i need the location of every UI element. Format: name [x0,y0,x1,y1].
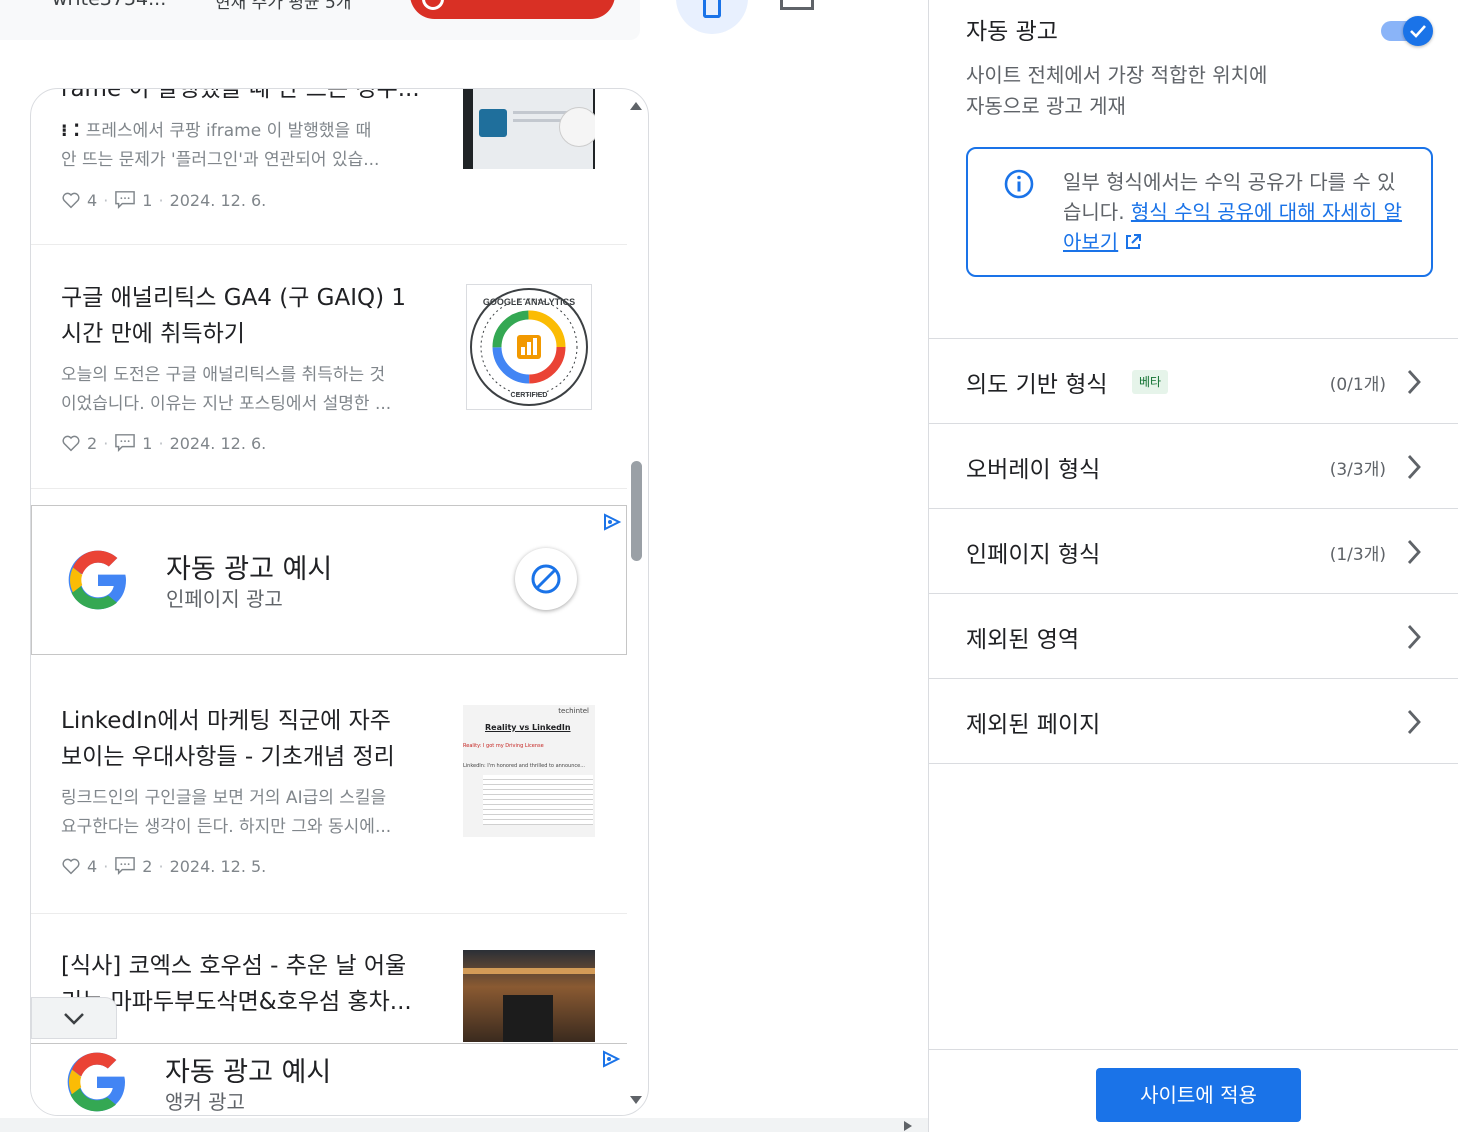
like-count: 4 [87,856,98,876]
inpage-ad-preview[interactable]: 자동 광고 예시 인페이지 광고 [31,505,627,655]
row-inpage-formats[interactable]: 인페이지 형식 (1/3개) [929,508,1458,593]
google-logo-icon [67,1052,125,1112]
chevron-right-icon [1407,540,1421,564]
preview-bottom-bar [0,1118,928,1132]
svg-text:GOOGLE ANALYTICS: GOOGLE ANALYTICS [483,297,575,307]
post-title: rame 이 발행했을 때 안 뜨는 경우... [61,89,420,102]
comment-count: 1 [142,433,153,453]
post-meta: 2 · 1 · 2024. 12. 6. [61,433,266,453]
chevron-down-icon [64,1013,84,1025]
ad-subtitle: 앵커 광고 [165,1090,245,1114]
desktop-preview-icon[interactable] [780,0,814,10]
post-thumbnail [463,89,595,169]
post-excerpt: 링크드인의 구인글을 보면 거의 AI급의 스킬을 요구한다는 생각이 든다. … [61,788,392,837]
chevron-right-icon [1407,370,1421,394]
heart-icon[interactable] [61,191,81,209]
apply-to-site-button[interactable]: 사이트에 적용 [1096,1068,1301,1122]
block-ad-button[interactable] [515,548,577,610]
mobile-preview-frame: rame 이 발행했을 때 안 뜨는 경우... ⁝ ⁚ 프레스에서 쿠팡 if… [30,88,649,1116]
comment-count: 1 [142,190,153,210]
row-label: 오버레이 형식 [966,457,1101,483]
comment-count: 2 [142,856,153,876]
row-overlay-formats[interactable]: 오버레이 형식 (3/3개) [929,423,1458,508]
block-icon [531,564,561,594]
post-date: 2024. 12. 6. [169,190,267,210]
phone-icon [703,0,721,18]
red-action-button[interactable] [410,0,615,19]
row-count: (1/3개) [1329,545,1386,565]
toggle-knob [1403,16,1433,46]
like-count: 4 [87,190,98,210]
page-summary: 현재 주가 평균 5개 [215,0,352,13]
scroll-down-arrow-icon[interactable] [630,1096,642,1104]
heart-icon[interactable] [61,857,81,875]
row-count: (0/1개) [1329,375,1386,395]
auto-ads-description: 사이트 전체에서 가장 적합한 위치에 자동으로 광고 게재 [966,63,1268,118]
row-label: 의도 기반 형식 [966,372,1108,398]
comment-icon[interactable] [114,190,136,210]
post-thumbnail: GOOGLE ANALYTICS CERTIFIED [466,284,592,410]
row-label: 제외된 페이지 [966,712,1101,738]
comment-icon[interactable] [114,856,136,876]
post-date: 2024. 12. 5. [169,856,267,876]
scroll-up-arrow-icon[interactable] [630,102,642,110]
chevron-right-icon [1407,710,1421,734]
post-title: [식사] 코엑스 호우섬 - 추운 날 어울 리는 마파두부도삭면&호우섬 홍차… [61,953,412,1015]
quote-icon: ⁝ ⁚ [61,121,86,141]
expand-right-icon[interactable] [904,1121,912,1131]
post-thumbnail [463,950,595,1042]
like-count: 2 [87,433,98,453]
revenue-share-notice: 일부 형식에서는 수익 공유가 다를 수 있습니다. 형식 수익 공유에 대해 … [966,147,1433,277]
list-item[interactable]: LinkedIn에서 마케팅 직군에 자주 보이는 우대사항들 - 기초개념 정… [31,656,627,914]
info-icon [1004,169,1034,199]
adchoices-icon[interactable] [602,513,622,531]
beta-badge: 베타 [1132,370,1169,394]
post-meta: 4 · 1 · 2024. 12. 6. [61,190,266,210]
divider [929,1049,1458,1050]
scrollbar-thumb[interactable] [631,461,642,561]
ad-settings-page: write3754... 현재 주가 평균 5개 rame 이 발행했을 때 안… [0,0,1458,1132]
ga-certified-badge-image: GOOGLE ANALYTICS CERTIFIED [470,288,588,406]
row-count: (3/3개) [1329,460,1386,480]
mobile-preview-button[interactable] [676,0,748,34]
post-meta: 4 · 2 · 2024. 12. 5. [61,856,266,876]
auto-ads-toggle[interactable] [1379,13,1435,47]
adchoices-icon[interactable] [601,1050,621,1068]
post-excerpt: 오늘의 도전은 구글 애널리틱스를 취득하는 것 이었습니다. 이유는 지난 포… [61,365,392,414]
post-title: LinkedIn에서 마케팅 직군에 자주 보이는 우대사항들 - 기초개념 정… [61,708,395,770]
ad-subtitle: 인페이지 광고 [166,587,283,611]
chevron-right-icon [1407,625,1421,649]
post-thumbnail: techintel Reality vs LinkedIn Reality: I… [463,705,595,837]
ad-title: 자동 광고 예시 [165,1057,332,1088]
anchor-ad-preview[interactable]: 자동 광고 예시 앵커 광고 [31,1043,627,1115]
list-item[interactable]: rame 이 발행했을 때 안 뜨는 경우... ⁝ ⁚ 프레스에서 쿠팡 if… [31,89,627,245]
svg-text:CERTIFIED: CERTIFIED [511,392,548,399]
external-link-icon[interactable] [1124,233,1142,251]
list-item[interactable]: 구글 애널리틱스 GA4 (구 GAIQ) 1 시간 만에 취득하기 오늘의 도… [31,245,627,489]
site-name: write3754... [52,0,166,10]
site-preview-area: write3754... 현재 주가 평균 5개 rame 이 발행했을 때 안… [0,0,928,1132]
divider [929,763,1458,764]
google-logo-icon [68,550,126,610]
post-excerpt: ⁝ ⁚ 프레스에서 쿠팡 iframe 이 발행했을 때 안 뜨는 문제가 '플… [61,121,380,170]
preview-top-bar: write3754... 현재 주가 평균 5개 [0,0,640,40]
row-intent-based-formats[interactable]: 의도 기반 형식 베타 (0/1개) [929,338,1458,423]
auto-ads-title: 자동 광고 [966,19,1058,45]
comment-icon[interactable] [114,433,136,453]
ad-title: 자동 광고 예시 [166,554,333,585]
anchor-collapse-button[interactable] [31,997,117,1039]
row-excluded-pages[interactable]: 제외된 페이지 [929,678,1458,763]
heart-icon[interactable] [61,434,81,452]
check-icon [1410,25,1426,38]
row-label: 인페이지 형식 [966,542,1101,568]
row-excluded-areas[interactable]: 제외된 영역 [929,593,1458,678]
row-label: 제외된 영역 [966,627,1080,653]
circle-icon [422,0,444,10]
notice-text: 일부 형식에서는 수익 공유가 다를 수 있습니다. 형식 수익 공유에 대해 … [1063,170,1402,254]
post-title: 구글 애널리틱스 GA4 (구 GAIQ) 1 시간 만에 취득하기 [61,285,407,347]
chevron-right-icon [1407,455,1421,479]
preview-scroll-content[interactable]: rame 이 발행했을 때 안 뜨는 경우... ⁝ ⁚ 프레스에서 쿠팡 if… [31,89,627,1115]
post-date: 2024. 12. 6. [169,433,267,453]
auto-ads-settings-panel: 자동 광고 사이트 전체에서 가장 적합한 위치에 자동으로 광고 게재 일부 … [928,0,1458,1132]
